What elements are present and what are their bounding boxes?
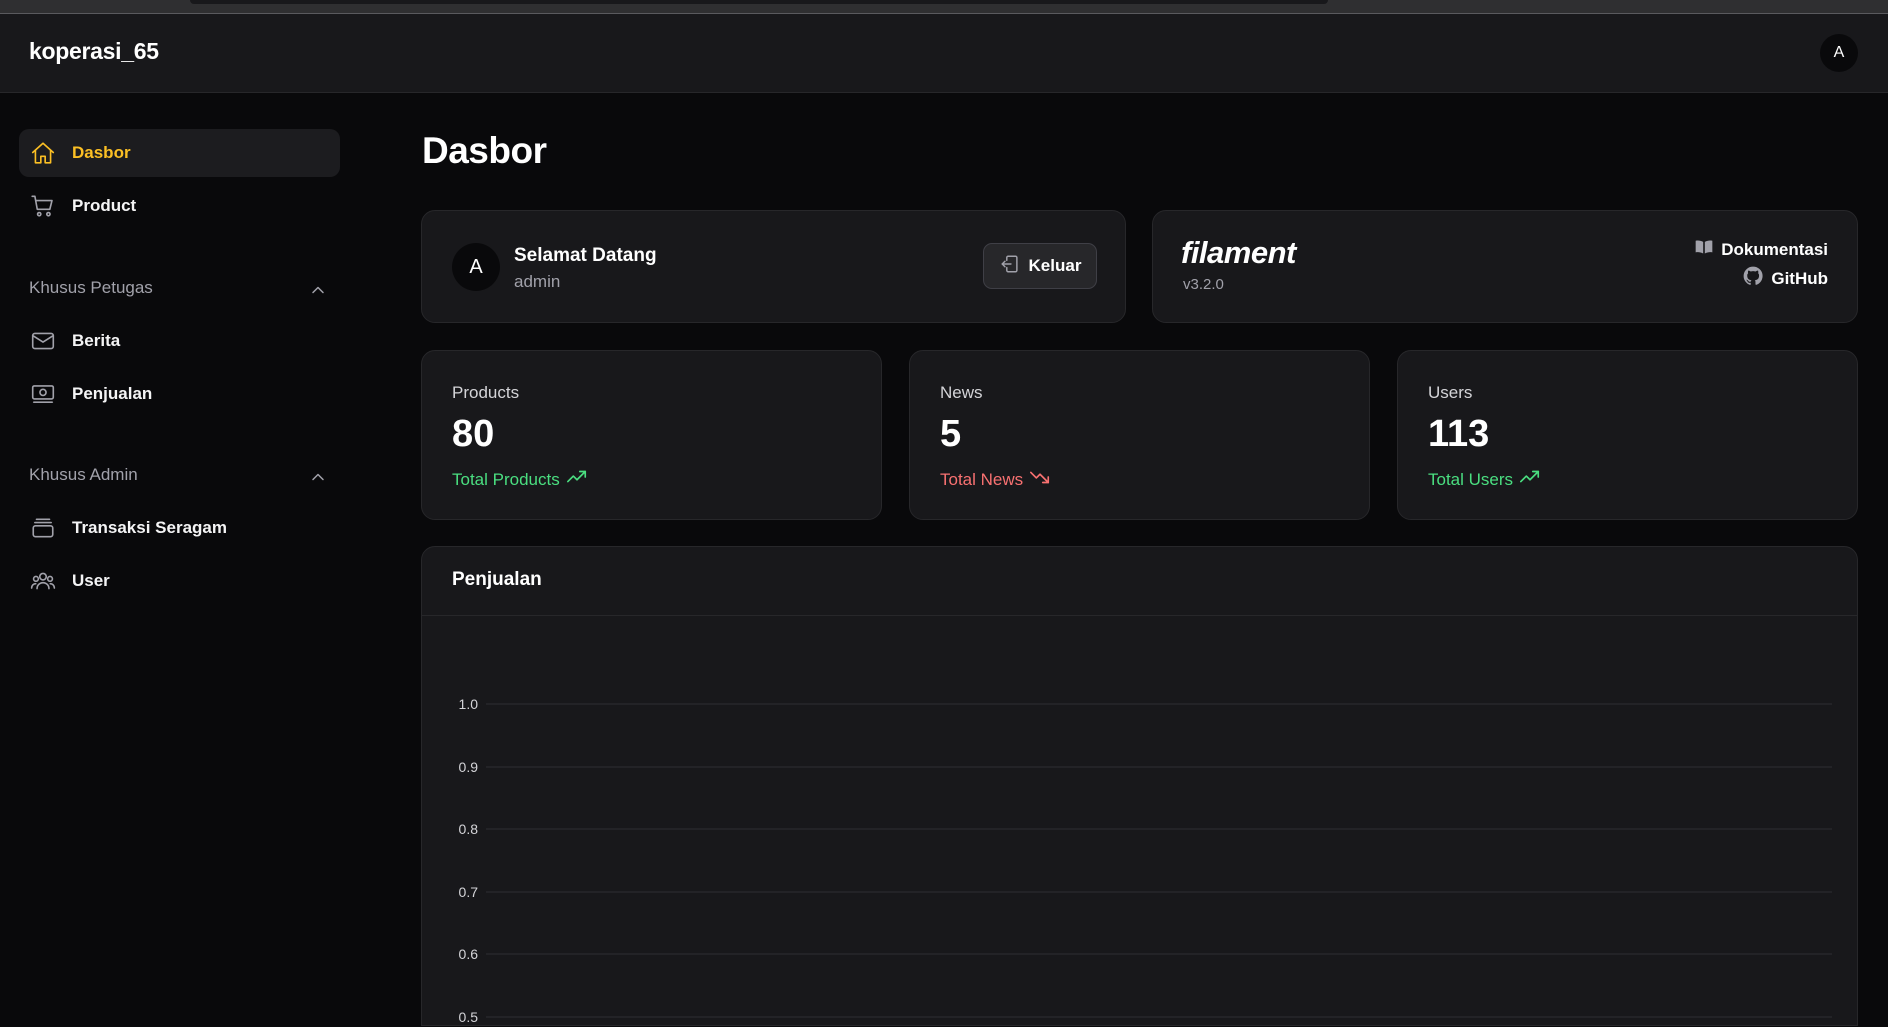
- stat-value: 113: [1428, 413, 1490, 455]
- chart-y-tick-label: 0.9: [459, 759, 479, 775]
- docs-link-label: Dokumentasi: [1721, 239, 1828, 259]
- sidebar-item-label: Product: [72, 196, 137, 215]
- banknotes-icon: [29, 380, 57, 408]
- logout-button[interactable]: Keluar: [983, 243, 1097, 289]
- stat-card-news: News 5 Total News: [909, 350, 1370, 520]
- stat-description: Total Users: [1428, 469, 1541, 490]
- stat-label: Products: [452, 383, 520, 402]
- chart-header: Penjualan: [422, 547, 1857, 616]
- envelope-icon: [29, 327, 57, 355]
- welcome-username: admin: [514, 272, 561, 291]
- penjualan-chart-widget: Penjualan 1.0 0.9 0.8 0.7 0.6 0.5: [421, 546, 1858, 1026]
- users-icon: [29, 567, 57, 595]
- stat-description: Total News: [940, 469, 1051, 490]
- chart-y-tick-label: 0.8: [459, 821, 479, 837]
- filament-version: v3.2.0: [1183, 276, 1224, 293]
- sidebar-item-label: Dasbor: [72, 143, 131, 162]
- docs-link[interactable]: Dokumentasi: [1694, 237, 1828, 262]
- browser-address-bar[interactable]: [190, 0, 1328, 4]
- inbox-stack-icon: [29, 514, 57, 542]
- chart-y-tick-label: 0.5: [459, 1009, 479, 1025]
- sidebar-item-label: Berita: [72, 331, 121, 350]
- stat-card-products: Products 80 Total Products: [421, 350, 882, 520]
- stat-description: Total Products: [452, 469, 588, 490]
- trending-down-icon: [1029, 469, 1051, 490]
- welcome-title: Selamat Datang: [514, 245, 657, 266]
- sidebar-group-label[interactable]: Khusus Petugas: [29, 278, 153, 298]
- chart-y-tick-label: 0.6: [459, 946, 479, 962]
- logout-label: Keluar: [1028, 256, 1082, 275]
- stat-description-text: Total Products: [452, 469, 560, 489]
- sidebar-item-label: Penjualan: [72, 384, 153, 403]
- sidebar-group-label[interactable]: Khusus Admin: [29, 465, 138, 485]
- sidebar-item-dasbor[interactable]: Dasbor: [19, 129, 340, 177]
- github-icon: [1742, 265, 1764, 292]
- filament-info-widget: filament v3.2.0 Dokumentasi GitHub: [1152, 210, 1858, 323]
- sidebar-item-penjualan[interactable]: Penjualan: [19, 370, 340, 418]
- sidebar-item-label: User: [72, 571, 110, 590]
- trending-up-icon: [566, 469, 588, 490]
- stat-label: Users: [1428, 383, 1473, 402]
- github-link[interactable]: GitHub: [1742, 265, 1828, 292]
- sidebar: Dasbor Product Khusus Petugas Berita Pen…: [0, 93, 360, 1009]
- browser-chrome-strip: [0, 0, 1888, 14]
- chart-y-tick-label: 0.7: [459, 884, 479, 900]
- welcome-widget: A Selamat Datang admin Keluar: [421, 210, 1126, 323]
- trending-up-icon: [1519, 469, 1541, 490]
- user-avatar-menu[interactable]: A: [1820, 34, 1858, 72]
- github-link-label: GitHub: [1771, 268, 1828, 288]
- sidebar-item-product[interactable]: Product: [19, 182, 340, 230]
- chart-y-tick-label: 1.0: [459, 696, 479, 712]
- stat-card-users: Users 113 Total Users: [1397, 350, 1858, 520]
- cart-icon: [29, 192, 57, 220]
- chart-plot[interactable]: 1.0 0.9 0.8 0.7 0.6 0.5: [422, 616, 1857, 1027]
- page-title: Dasbor: [422, 130, 547, 171]
- filament-logo[interactable]: filament: [1181, 235, 1296, 271]
- main-content: Dasbor A Selamat Datang admin Keluar fil…: [360, 93, 1888, 1026]
- sidebar-item-transaksi-seragam[interactable]: Transaksi Seragam: [19, 504, 340, 552]
- sidebar-item-berita[interactable]: Berita: [19, 317, 340, 365]
- logout-icon: [999, 253, 1021, 280]
- chevron-up-icon[interactable]: [308, 467, 328, 487]
- home-icon: [29, 139, 57, 167]
- stat-description-text: Total Users: [1428, 469, 1514, 489]
- chevron-up-icon[interactable]: [308, 280, 328, 300]
- avatar: A: [452, 243, 500, 291]
- stat-value: 5: [940, 413, 962, 455]
- stat-description-text: Total News: [940, 469, 1024, 489]
- stat-value: 80: [452, 413, 495, 455]
- sidebar-item-user[interactable]: User: [19, 557, 340, 605]
- chart-title: Penjualan: [452, 569, 542, 590]
- book-open-icon: [1694, 237, 1714, 262]
- brand-name[interactable]: koperasi_65: [29, 38, 159, 65]
- sidebar-item-label: Transaksi Seragam: [72, 518, 227, 537]
- stat-label: News: [940, 383, 983, 402]
- topbar: koperasi_65 A: [0, 14, 1888, 93]
